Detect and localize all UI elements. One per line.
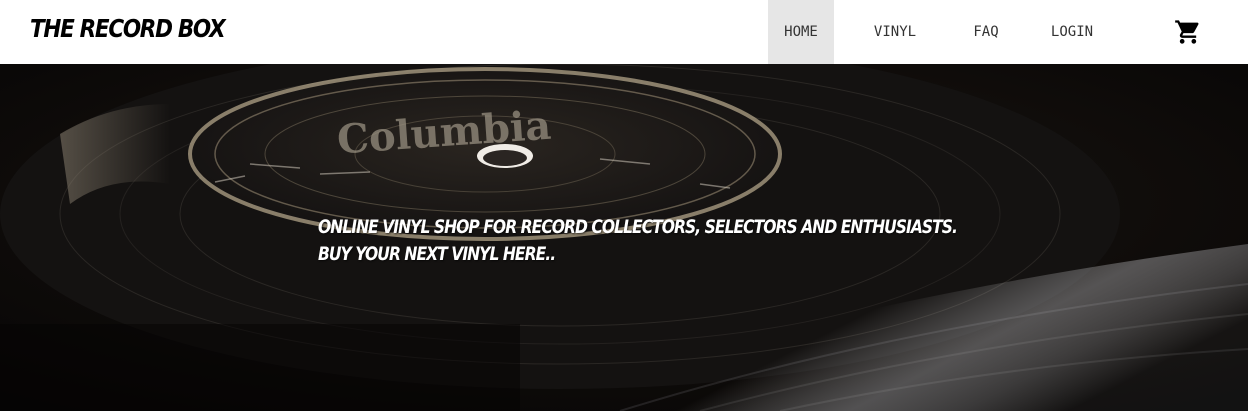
nav-vinyl[interactable]: VINYL xyxy=(834,0,956,64)
hero-line-1: Online vinyl shop for record collectors,… xyxy=(318,216,958,238)
nav-faq[interactable]: FAQ xyxy=(956,0,1016,64)
hero-tagline: Online vinyl shop for record collectors,… xyxy=(318,214,958,268)
navbar: The Record Box HOME VINYL FAQ LOGIN xyxy=(0,0,1248,64)
hero-line-2: Buy your next vinyl here.. xyxy=(318,243,556,265)
hero-banner: Columbia Online vinyl shop for record co… xyxy=(0,64,1248,411)
brand-logo[interactable]: The Record Box xyxy=(30,14,226,43)
nav-login[interactable]: LOGIN xyxy=(1016,0,1128,64)
nav-links: HOME VINYL FAQ LOGIN xyxy=(768,0,1128,64)
shopping-cart-icon[interactable] xyxy=(1174,18,1202,46)
nav-home[interactable]: HOME xyxy=(768,0,834,64)
